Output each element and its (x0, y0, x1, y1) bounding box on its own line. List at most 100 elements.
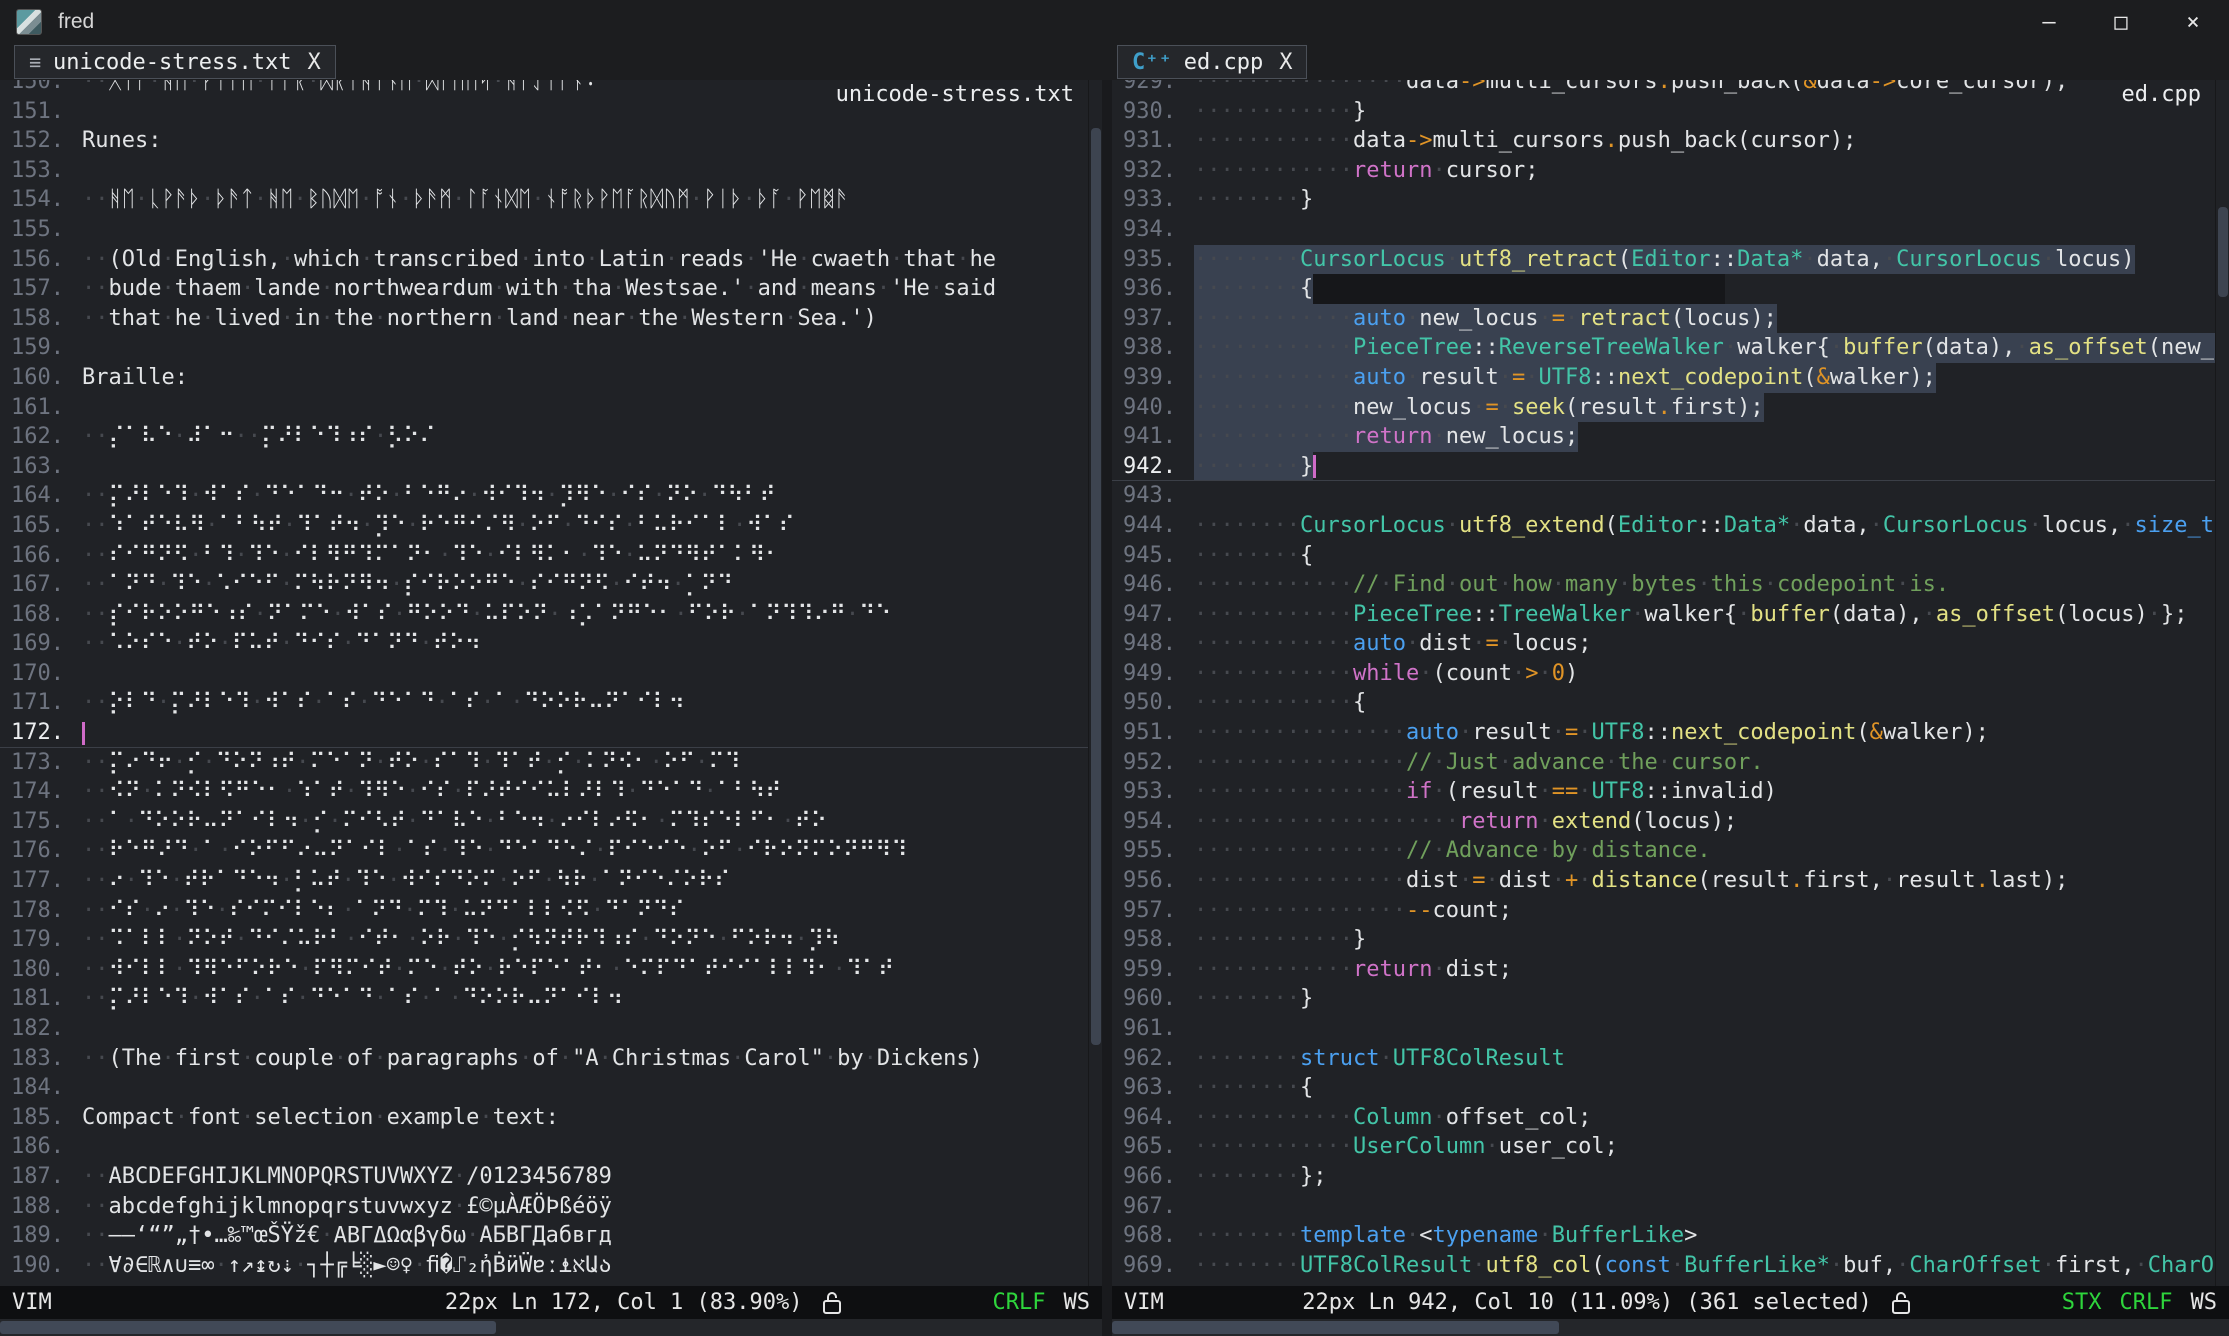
code-line[interactable]: 954.····················return·extend(lo… (1112, 807, 2215, 837)
text-line[interactable]: 161. (0, 393, 1088, 423)
minimize-button[interactable]: – (2013, 0, 2085, 44)
text-line[interactable]: 183.··(The·first·couple·of·paragraphs·of… (0, 1044, 1088, 1074)
code-line[interactable]: 944.········CursorLocus·utf8_extend(Edit… (1112, 511, 2215, 541)
text-line[interactable]: 182. (0, 1014, 1088, 1044)
text-line[interactable]: 179.··⠩⠁⠇⠇·⠝⠕⠞·⠙⠊⠌⠥⠗⠃·⠊⠞⠂·⠕⠗·⠹⠑·⡊⠳⠝⠞⠗⠹⠰⠎… (0, 925, 1088, 955)
scrollbar-thumb[interactable] (1112, 1321, 1559, 1334)
code-line[interactable]: 933.········} (1112, 185, 2215, 215)
code-line[interactable]: 966.········}; (1112, 1162, 2215, 1192)
code-line[interactable]: 935.········CursorLocus·utf8_retract(Edi… (1112, 245, 2215, 275)
lock-icon[interactable] (821, 1290, 843, 1316)
text-line[interactable]: 163. (0, 452, 1088, 482)
text-line[interactable]: 160.Braille: (0, 363, 1088, 393)
code-line[interactable]: 934. (1112, 215, 2215, 245)
text-line[interactable]: 155. (0, 215, 1088, 245)
text-line[interactable]: 189.··–—‘“”„†•…‰™œŠŸž€·ΑΒΓΔΩαβγδω·АБВГДа… (0, 1221, 1088, 1251)
code-line[interactable]: 936.········{ (1112, 274, 2215, 304)
text-line[interactable]: 166.··⠎⠊⠛⠝⠫·⠃⠹·⠹⠑·⠊⠇⠻⠛⠹⠍⠁⠝⠂·⠹⠑·⠊⠇⠻⠅⠂·⠹⠑·… (0, 541, 1088, 571)
code-line[interactable]: 950.············{ (1112, 688, 2215, 718)
text-line[interactable]: 168.··⡎⠊⠗⠕⠕⠛⠑⠰⠎·⠝⠁⠍⠑·⠺⠁⠎·⠛⠕⠕⠙·⠥⠏⠕⠝·⠰⡡⠁⠝⠛… (0, 600, 1088, 630)
code-line[interactable]: 931.············data->multi_cursors.push… (1112, 126, 2215, 156)
text-line[interactable]: 156.··(Old·English,·which·transcribed·in… (0, 245, 1088, 275)
text-line[interactable]: 176.··⠗⠑⠛⠜⠙·⠁·⠊⠕⠋⠋⠔⠤⠝⠁⠊⠇·⠁⠎·⠹⠑·⠙⠑⠁⠙⠑⠌·⠏⠊… (0, 836, 1088, 866)
text-line[interactable]: 157.··bude·thaem·lande·northweardum·with… (0, 274, 1088, 304)
code-line[interactable]: 941.············return·new_locus; (1112, 422, 2215, 452)
code-line[interactable]: 937.············auto·new_locus·=·retract… (1112, 304, 2215, 334)
code-line[interactable]: 952.················//·Just·advance·the·… (1112, 748, 2215, 778)
text-line[interactable]: 171.··⡕⠇⠙·⡍⠜⠇⠑⠹·⠺⠁⠎·⠁⠎·⠙⠑⠁⠙·⠁⠎·⠁·⠙⠕⠕⠗⠤⠝⠁… (0, 688, 1088, 718)
code-line[interactable]: 961. (1112, 1014, 2215, 1044)
tab-close-icon[interactable]: X (307, 50, 320, 75)
code-line[interactable]: 953.················if·(result·==·UTF8::… (1112, 777, 2215, 807)
title-bar[interactable]: fred – □ × (0, 0, 2229, 44)
code-line[interactable]: 951.················auto·result·=·UTF8::… (1112, 718, 2215, 748)
text-line[interactable]: 190.··∀∂∈ℝ∧∪≡∞·↑↗↨↻⇣·┐┼╔╘░►☺♀·ﬁ�⑀₂ἠḂӥẄɐː… (0, 1251, 1088, 1281)
text-line[interactable]: 178.··⠊⠎·⠔·⠹⠑·⠎⠊⠍⠊⠇⠑⠆·⠁⠝⠙·⠍⠹·⠥⠝⠙⠁⠇⠇⠪⠫·⠙⠁… (0, 896, 1088, 926)
code-line[interactable]: 932.············return·cursor; (1112, 156, 2215, 186)
editor-pane-left[interactable]: unicode-stress.txt 150.··ᚷᛁᚠ·ᚻᛖ·ᚹᛁᛚᛖ·ᚠᚩᚱ… (0, 80, 1088, 1286)
text-line[interactable]: 187.··ABCDEFGHIJKLMNOPQRSTUVWXYZ·/012345… (0, 1162, 1088, 1192)
text-line[interactable]: 186. (0, 1132, 1088, 1162)
code-line[interactable]: 929.················data->multi_cursors.… (1112, 80, 2215, 97)
text-line[interactable]: 159. (0, 333, 1088, 363)
tab-ed-cpp[interactable]: C⁺⁺ ed.cpp X (1117, 45, 1307, 79)
text-line[interactable]: 188.··abcdefghijklmnopqrstuvwxyz·£©µÀÆÖÞ… (0, 1192, 1088, 1222)
code-line[interactable]: 948.············auto·dist·=·locus; (1112, 629, 2215, 659)
vertical-scrollbar-right[interactable] (2215, 80, 2229, 1286)
tab-unicode-stress-txt[interactable]: ≡ unicode-stress.txt X (14, 45, 336, 79)
text-line[interactable]: 180.··⠺⠊⠇⠇·⠹⠻⠑⠋⠕⠗⠑·⠏⠻⠍⠊⠞·⠍⠑·⠞⠕·⠗⠑⠏⠑⠁⠞⠂·⠑… (0, 955, 1088, 985)
code-line[interactable]: 969.········UTF8ColResult·utf8_col(const… (1112, 1251, 2215, 1281)
code-line[interactable]: 956.················dist·=·dist·+·distan… (1112, 866, 2215, 896)
text-line[interactable]: 169.··⠡⠕⠎⠑·⠞⠕·⠏⠥⠞·⠙⠊⠎·⠙⠁⠝⠙·⠞⠕⠲ (0, 629, 1088, 659)
text-line[interactable]: 154.··ᚻᛖ·ᚳᚹᚫᚦ·ᚦᚫᛏ·ᚻᛖ·ᛒᚢᛞᛖ·ᚩᚾ·ᚦᚫᛗ·ᛚᚪᚾᛞᛖ·ᚾ… (0, 185, 1088, 215)
text-line[interactable]: 174.··⠪⠝·⠅⠝⠪⠇⠫⠛⠑⠂·⠱⠁⠞·⠹⠻⠑·⠊⠎·⠏⠜⠞⠊⠊⠥⠇⠜⠇⠹·… (0, 777, 1088, 807)
maximize-button[interactable]: □ (2085, 0, 2157, 44)
code-line[interactable]: 930.············} (1112, 97, 2215, 127)
code-line[interactable]: 946.············//·Find·out·how·many·byt… (1112, 570, 2215, 600)
code-line[interactable]: 960.········} (1112, 984, 2215, 1014)
code-line[interactable]: 962.········struct·UTF8ColResult (1112, 1044, 2215, 1074)
code-line[interactable]: 939.············auto·result·=·UTF8::next… (1112, 363, 2215, 393)
code-line[interactable]: 943. (1112, 481, 2215, 511)
vertical-scrollbar-left[interactable] (1088, 80, 1102, 1286)
code-line[interactable]: 959.············return·dist; (1112, 955, 2215, 985)
code-line[interactable]: 949.············while·(count·>·0) (1112, 659, 2215, 689)
text-line[interactable]: 170. (0, 659, 1088, 689)
text-line[interactable]: 181.··⡍⠜⠇⠑⠹·⠺⠁⠎·⠁⠎·⠙⠑⠁⠙·⠁⠎·⠁·⠙⠕⠕⠗⠤⠝⠁⠊⠇⠲ (0, 984, 1088, 1014)
text-line[interactable]: 158.··that·he·lived·in·the·northern·land… (0, 304, 1088, 334)
code-line[interactable]: 940.············new_locus·=·seek(result.… (1112, 393, 2215, 423)
scrollbar-thumb[interactable] (1091, 128, 1101, 1045)
text-line[interactable]: 177.··⠔·⠹⠑·⠞⠗⠁⠙⠑⠲·⡃⠥⠞·⠹⠑·⠺⠊⠎⠙⠕⠍·⠕⠋·⠳⠗·⠁⠝… (0, 866, 1088, 896)
code-line[interactable]: 967. (1112, 1192, 2215, 1222)
close-button[interactable]: × (2157, 0, 2229, 44)
text-line[interactable]: 172. (0, 718, 1088, 748)
tab-close-icon[interactable]: X (1279, 50, 1292, 75)
scrollbar-thumb[interactable] (0, 1321, 496, 1334)
text-line[interactable]: 175.··⠁·⠙⠕⠕⠗⠤⠝⠁⠊⠇⠲·⡊·⠍⠊⠣⠞·⠙⠁⠧⠑·⠃⠑⠲·⠔⠊⠇⠔⠫… (0, 807, 1088, 837)
code-line[interactable]: 963.········{ (1112, 1073, 2215, 1103)
scrollbar-thumb[interactable] (2218, 207, 2228, 297)
text-line[interactable]: 152.Runes: (0, 126, 1088, 156)
code-line[interactable]: 964.············Column·offset_col; (1112, 1103, 2215, 1133)
code-line[interactable]: 958.············} (1112, 925, 2215, 955)
text-line[interactable]: 162.··⡌⠁⠧⠑·⠼⠁⠒··⡍⠜⠇⠑⠹⠰⠎·⡣⠕⠌ (0, 422, 1088, 452)
horizontal-scrollbar-left[interactable] (0, 1319, 1102, 1336)
code-line[interactable]: 955.················//·Advance·by·distan… (1112, 836, 2215, 866)
text-line[interactable]: 173.··⡍⠔⠙⠖·⡊·⠙⠕⠝⠰⠞·⠍⠑⠁⠝·⠞⠕·⠎⠁⠹·⠹⠁⠞·⡊·⠅⠝⠪… (0, 748, 1088, 778)
code-line[interactable]: 965.············UserColumn·user_col; (1112, 1132, 2215, 1162)
code-line[interactable]: 938.············PieceTree::ReverseTreeWa… (1112, 333, 2215, 363)
code-line[interactable]: 957.················--count; (1112, 896, 2215, 926)
text-line[interactable]: 184. (0, 1073, 1088, 1103)
code-line[interactable]: 942.········} (1112, 452, 2215, 482)
code-line[interactable]: 947.············PieceTree::TreeWalker·wa… (1112, 600, 2215, 630)
text-line[interactable]: 165.··⠱⠁⠞⠑⠧⠻·⠁⠃⠳⠞·⠹⠁⠞⠲·⡹⠑·⠗⠑⠛⠊⠌⠻·⠕⠋·⠙⠊⠎·… (0, 511, 1088, 541)
editor-pane-right[interactable]: ed.cpp 929.················data->multi_c… (1112, 80, 2215, 1286)
text-line[interactable]: 164.··⡍⠜⠇⠑⠹·⠺⠁⠎·⠙⠑⠁⠙⠒·⠞⠕·⠃⠑⠛⠔·⠺⠊⠹⠲·⡹⠻⠑·⠊… (0, 481, 1088, 511)
horizontal-scrollbar-right[interactable] (1112, 1319, 2229, 1336)
lock-icon[interactable] (1890, 1290, 1912, 1316)
text-line[interactable]: 153. (0, 156, 1088, 186)
code-line[interactable]: 945.········{ (1112, 541, 2215, 571)
text-line[interactable]: 185.Compact·font·selection·example·text: (0, 1103, 1088, 1133)
text-line[interactable]: 167.··⠁⠝⠙·⠹⠑·⠡⠊⠑⠋·⠍⠳⠗⠝⠻⠲·⡎⠊⠗⠕⠕⠛⠑·⠎⠊⠛⠝⠫·⠊… (0, 570, 1088, 600)
code-line[interactable]: 968.········template·<typename·BufferLik… (1112, 1221, 2215, 1251)
